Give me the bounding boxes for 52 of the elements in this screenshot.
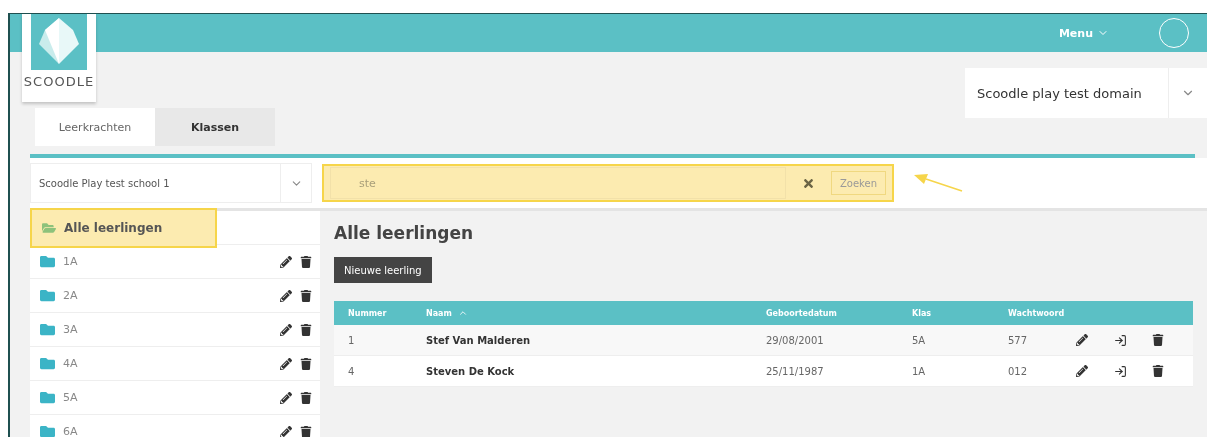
trash-icon[interactable] — [300, 289, 312, 302]
sidebar-item[interactable]: 6A — [63, 425, 280, 437]
edit-icon[interactable] — [280, 323, 292, 336]
sidebar-item[interactable]: Alle leerlingen — [30, 207, 217, 248]
tab[interactable]: Leerkrachten — [35, 108, 155, 146]
column-header: Nummer — [348, 308, 388, 318]
column-header[interactable]: Naam — [426, 308, 766, 318]
edit-icon[interactable] — [280, 357, 292, 370]
column-header: Wachtwoord — [1008, 308, 1066, 318]
column-header: Geboortedatum — [766, 308, 838, 318]
sidebar-item[interactable]: 4A — [63, 357, 280, 370]
table-cell-text: Stef Van Malderen — [426, 334, 532, 346]
page-title: Alle leerlingen — [334, 223, 475, 243]
edit-icon[interactable] — [280, 255, 292, 268]
trash-icon[interactable] — [300, 391, 312, 404]
folder-icon — [42, 220, 56, 235]
edit-icon[interactable] — [280, 391, 292, 404]
table-cell-text: 29/08/2001 — [766, 334, 825, 346]
new-student-button[interactable]: Nieuwe leerling — [334, 257, 432, 283]
folder-icon — [40, 424, 55, 437]
column-header: Klas — [912, 308, 933, 318]
table-cell-text: Steven De Kock — [426, 365, 516, 377]
trash-icon[interactable] — [300, 255, 312, 268]
domain-select[interactable]: Scoodle play test domain — [965, 68, 1207, 118]
school-select[interactable]: Scoodle Play test school 1 — [30, 163, 312, 203]
table-cell-text: 25/11/1987 — [766, 365, 825, 377]
folder-icon — [40, 356, 55, 371]
menu-button[interactable]: Menu — [1058, 26, 1109, 40]
table-cell-text: 012 — [1008, 365, 1029, 377]
trash-icon[interactable] — [300, 323, 312, 336]
table-cell-text: 1A — [912, 365, 927, 377]
sidebar-item[interactable]: 2A — [63, 289, 280, 302]
table-cell-text: 577 — [1008, 334, 1029, 346]
trash-icon[interactable] — [300, 425, 312, 437]
sort-icon — [457, 308, 468, 318]
table-cell-text: 5A — [912, 334, 927, 346]
sidebar-item[interactable]: 5A — [63, 391, 280, 404]
folder-icon — [40, 288, 55, 303]
edit-icon[interactable] — [280, 289, 292, 302]
table-cell-text: 1 — [348, 334, 356, 346]
trash-icon[interactable] — [300, 357, 312, 370]
sidebar-item[interactable]: 3A — [63, 323, 280, 336]
search-button[interactable]: Zoeken — [830, 171, 886, 195]
folder-icon — [40, 390, 55, 405]
close-icon — [801, 176, 815, 190]
table-cell-text: 4 — [348, 365, 356, 377]
folder-icon — [40, 322, 55, 337]
folder-icon — [40, 254, 55, 269]
arrow-icon — [912, 171, 964, 195]
sidebar-item[interactable]: 1A — [63, 255, 280, 268]
edit-icon[interactable] — [280, 425, 292, 437]
logo: SCOODLE — [22, 14, 96, 102]
